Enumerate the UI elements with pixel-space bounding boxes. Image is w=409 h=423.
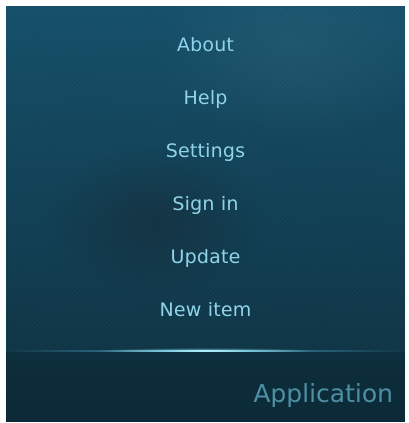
menu-item-settings[interactable]: Settings <box>6 125 405 178</box>
menu-item-sign-in[interactable]: Sign in <box>6 178 405 231</box>
menu-item-about[interactable]: About <box>6 19 405 72</box>
menu-item-new-item[interactable]: New item <box>6 284 405 337</box>
menu-item-help[interactable]: Help <box>6 72 405 125</box>
menu-item-update[interactable]: Update <box>6 231 405 284</box>
page-title: Application <box>253 379 393 408</box>
app-screen: About Help Settings Sign in Update New i… <box>6 6 405 422</box>
page-header: Application <box>6 352 405 422</box>
pulley-menu: About Help Settings Sign in Update New i… <box>6 19 405 337</box>
